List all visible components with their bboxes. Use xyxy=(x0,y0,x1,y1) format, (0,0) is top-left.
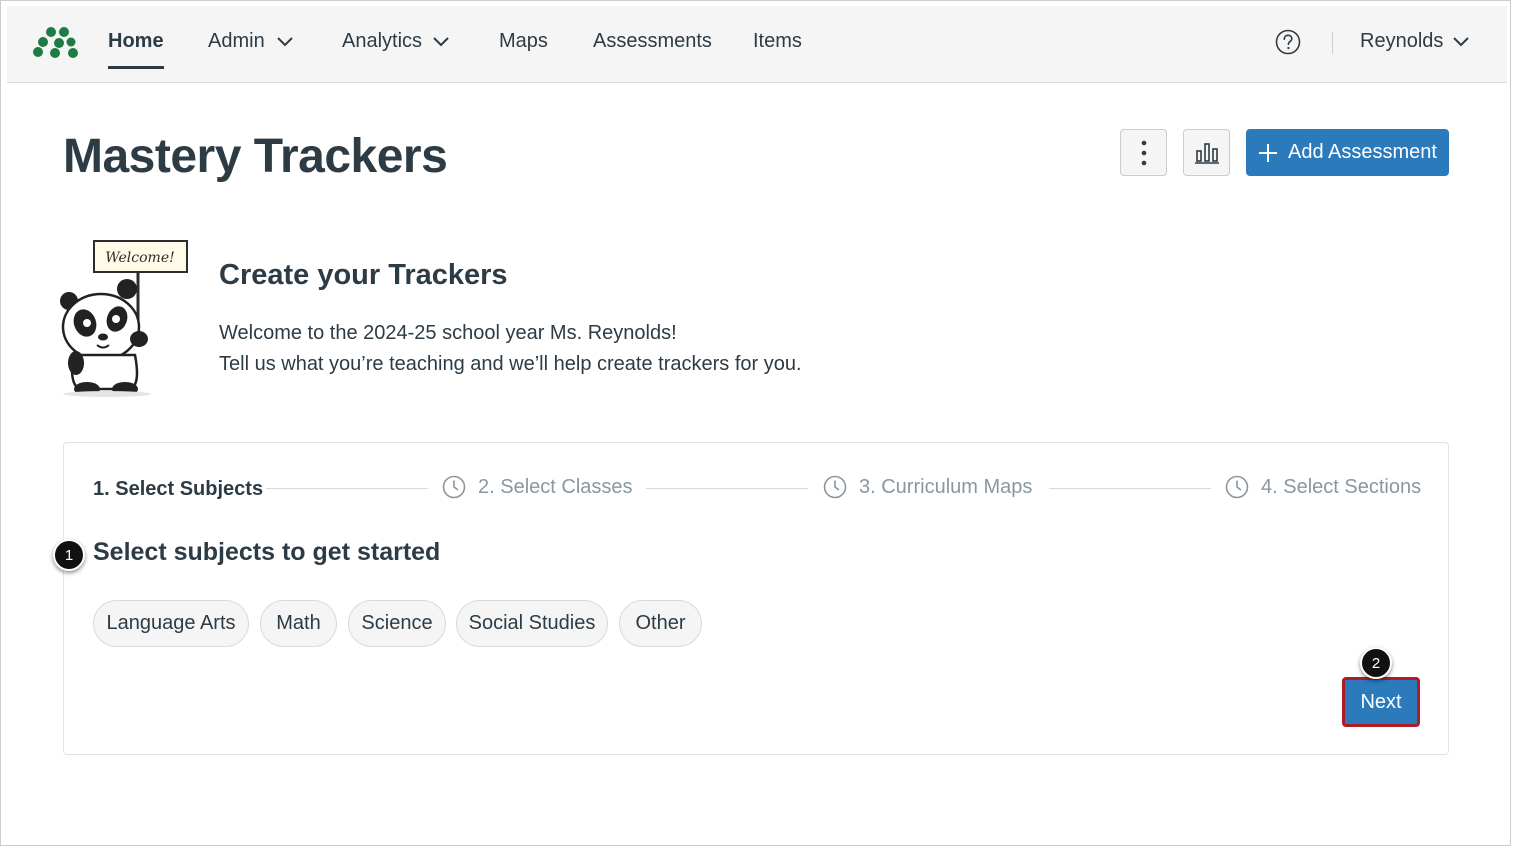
step-select-sections: 4. Select Sections xyxy=(1261,476,1422,498)
subject-chip-math[interactable]: Math xyxy=(260,600,337,647)
step-select-classes: 2. Select Classes xyxy=(478,476,633,498)
top-navigation: Home Admin Analytics Maps Assessments It… xyxy=(7,6,1507,83)
page-title: Mastery Trackers xyxy=(63,130,448,183)
plus-icon xyxy=(1259,143,1278,162)
subject-chip-social-studies[interactable]: Social Studies xyxy=(456,600,608,647)
chevron-down-icon[interactable] xyxy=(1453,37,1469,47)
nav-analytics[interactable]: Analytics xyxy=(342,30,422,53)
chevron-down-icon[interactable] xyxy=(277,37,293,47)
add-assessment-label: Add Assessment xyxy=(1288,141,1437,163)
welcome-sign-text: Welcome! xyxy=(105,250,174,266)
add-assessment-button[interactable]: Add Assessment xyxy=(1246,129,1449,176)
subject-chip-science[interactable]: Science xyxy=(348,600,446,647)
chevron-down-icon[interactable] xyxy=(433,37,449,47)
section-title: Select subjects to get started xyxy=(93,538,441,566)
active-tab-indicator xyxy=(108,66,164,69)
kebab-menu-icon xyxy=(1141,140,1146,165)
user-menu[interactable]: Reynolds xyxy=(1360,30,1443,53)
mastery-logo-icon[interactable] xyxy=(33,26,83,58)
welcome-message: Welcome to the 2024-25 school year Ms. R… xyxy=(219,322,677,344)
nav-items[interactable]: Items xyxy=(753,30,802,53)
analytics-button[interactable] xyxy=(1183,129,1230,176)
step-connector xyxy=(266,488,428,489)
more-options-button[interactable] xyxy=(1120,129,1167,176)
nav-home[interactable]: Home xyxy=(108,30,164,53)
subject-chip-other[interactable]: Other xyxy=(619,600,702,647)
next-button[interactable]: Next xyxy=(1342,677,1420,727)
nav-divider xyxy=(1332,32,1333,54)
app-window: Home Admin Analytics Maps Assessments It… xyxy=(0,0,1511,846)
bar-chart-icon xyxy=(1194,142,1219,164)
welcome-instructions: Tell us what you’re teaching and we’ll h… xyxy=(219,353,802,375)
welcome-title: Create your Trackers xyxy=(219,259,508,291)
nav-maps[interactable]: Maps xyxy=(499,30,548,53)
clock-icon xyxy=(442,475,466,499)
step-connector xyxy=(1049,488,1211,489)
step-connector xyxy=(646,488,808,489)
step-curriculum-maps: 3. Curriculum Maps xyxy=(859,476,1033,498)
callout-badge: 2 xyxy=(1360,647,1392,679)
callout-badge: 1 xyxy=(53,539,85,571)
nav-assessments[interactable]: Assessments xyxy=(593,30,712,53)
help-icon[interactable] xyxy=(1275,29,1301,55)
clock-icon xyxy=(1225,475,1249,499)
panda-mascot-icon: Welcome! xyxy=(60,240,188,397)
clock-icon xyxy=(823,475,847,499)
nav-admin[interactable]: Admin xyxy=(208,30,265,53)
subject-chip-language-arts[interactable]: Language Arts xyxy=(93,600,249,647)
step-select-subjects: 1. Select Subjects xyxy=(93,478,264,500)
